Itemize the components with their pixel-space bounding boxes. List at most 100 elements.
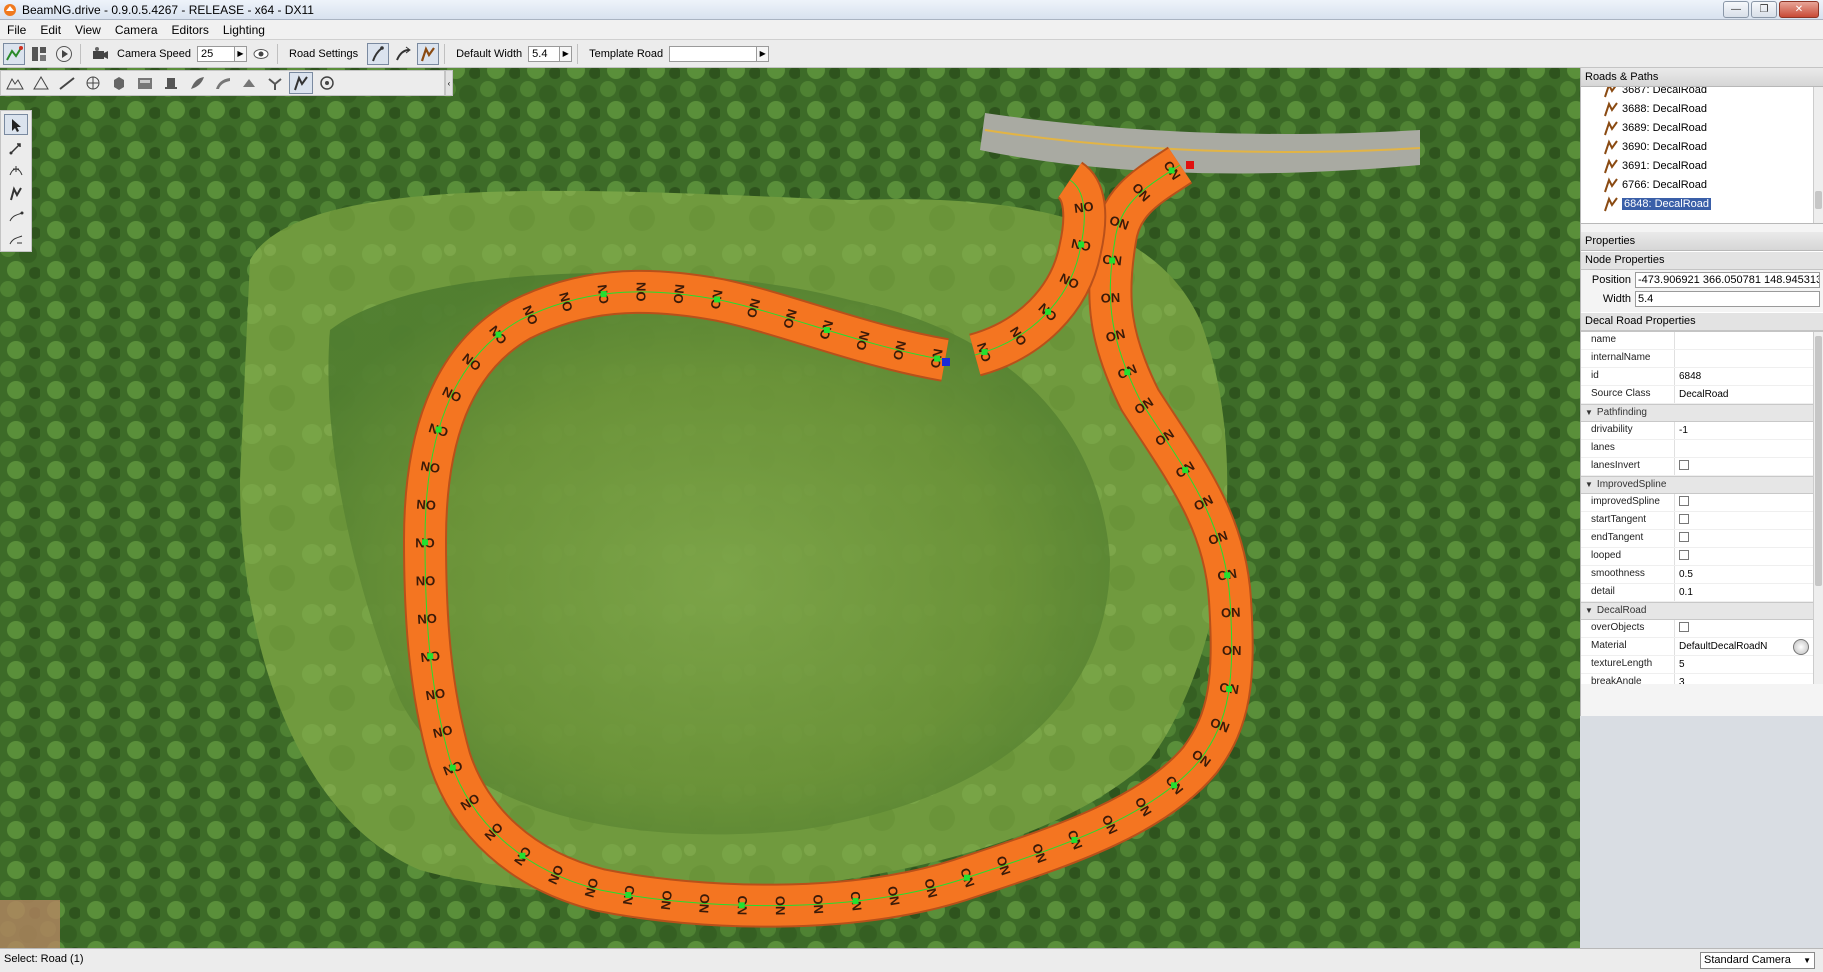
camera-speed-input[interactable]: 25: [197, 45, 235, 62]
width-field[interactable]: 5.4: [1635, 290, 1820, 307]
road-node[interactable]: [1182, 467, 1189, 474]
end-tangent-checkbox[interactable]: [1679, 532, 1689, 542]
insert-node-icon[interactable]: [4, 160, 28, 181]
river-editor-icon[interactable]: [237, 72, 261, 94]
road-end-marker-red[interactable]: [1186, 161, 1194, 169]
visibility-eye-icon[interactable]: [250, 43, 272, 65]
collapse-triangle-icon[interactable]: ▼: [1585, 477, 1593, 492]
road-node[interactable]: [934, 355, 941, 362]
prop-value[interactable]: 5: [1675, 657, 1823, 673]
group-improved-spline[interactable]: ▼ ImprovedSpline: [1581, 476, 1823, 494]
property-grid[interactable]: name internalName id 6848 Source Class Dec…: [1581, 331, 1823, 684]
prop-row-looped[interactable]: looped: [1581, 548, 1823, 566]
roads-tree[interactable]: 3687: DecalRoad 3688: DecalRoad 3689: De…: [1581, 87, 1823, 224]
prop-row-detail[interactable]: detail 0.1: [1581, 584, 1823, 602]
road-node[interactable]: [449, 764, 456, 771]
prop-row-lanes-invert[interactable]: lanesInvert: [1581, 458, 1823, 476]
property-grid-scrollbar[interactable]: [1813, 332, 1823, 684]
prop-row-smoothness[interactable]: smoothness 0.5: [1581, 566, 1823, 584]
decal-editor-icon[interactable]: [159, 72, 183, 94]
3d-viewport[interactable]: NO NO NO NO NO NO NO NO NO NO NO NO NO NO NO NO NO NO NO NO…: [0, 68, 1580, 948]
road-node[interactable]: [1168, 167, 1175, 174]
looped-checkbox[interactable]: [1679, 550, 1689, 560]
material-editor-icon[interactable]: [55, 72, 79, 94]
road-node[interactable]: [1045, 308, 1052, 315]
road-node[interactable]: [823, 326, 830, 333]
decal-road-editor-icon[interactable]: [289, 72, 313, 94]
road-add-node-icon[interactable]: [392, 43, 414, 65]
prop-row-name[interactable]: name: [1581, 332, 1823, 350]
road-node[interactable]: [738, 902, 745, 909]
forest-editor-icon[interactable]: [185, 72, 209, 94]
prop-row-break-angle[interactable]: breakAngle 3: [1581, 674, 1823, 684]
start-tangent-checkbox[interactable]: [1679, 514, 1689, 524]
default-width-spinner[interactable]: ▶: [560, 45, 573, 62]
prop-row-drivability[interactable]: drivability -1: [1581, 422, 1823, 440]
tree-item-road[interactable]: 6766: DecalRoad: [1603, 175, 1707, 194]
camera-icon[interactable]: [89, 43, 111, 65]
road-node[interactable]: [981, 349, 988, 356]
gui-editor-icon[interactable]: [28, 43, 50, 65]
road-node[interactable]: [519, 852, 526, 859]
mesh-road-editor-icon[interactable]: [211, 72, 235, 94]
road-node[interactable]: [435, 426, 442, 433]
group-decal-road[interactable]: ▼ DecalRoad: [1581, 602, 1823, 620]
maximize-button[interactable]: ❐: [1751, 1, 1777, 18]
road-node[interactable]: [714, 296, 721, 303]
road-node[interactable]: [1078, 241, 1085, 248]
prop-value[interactable]: -1: [1675, 423, 1823, 439]
play-game-icon[interactable]: [53, 43, 75, 65]
menu-view[interactable]: View: [68, 23, 108, 37]
road-node[interactable]: [1071, 836, 1078, 843]
tree-item-road[interactable]: 3687: DecalRoad: [1603, 87, 1707, 99]
improved-spline-checkbox[interactable]: [1679, 496, 1689, 506]
prop-row-texture-length[interactable]: textureLength 5: [1581, 656, 1823, 674]
terrain-editor-icon[interactable]: [3, 72, 27, 94]
prop-row-improved-spline[interactable]: improvedSpline: [1581, 494, 1823, 512]
road-node[interactable]: [852, 898, 859, 905]
road-node[interactable]: [1224, 572, 1231, 579]
prop-row-id[interactable]: id 6848: [1581, 368, 1823, 386]
road-node[interactable]: [600, 291, 607, 298]
navmesh-editor-icon[interactable]: [315, 72, 339, 94]
tree-item-road-selected[interactable]: 6848: DecalRoad: [1603, 194, 1712, 213]
object-editor-icon[interactable]: [107, 72, 131, 94]
road-node[interactable]: [495, 331, 502, 338]
material-picker-icon[interactable]: [1793, 638, 1809, 655]
collapse-triangle-icon[interactable]: ▼: [1585, 603, 1593, 618]
position-field[interactable]: -473.906921 366.050781 148.945313: [1635, 271, 1820, 288]
lanes-invert-checkbox[interactable]: [1679, 460, 1689, 470]
road-edit-icon[interactable]: [367, 42, 390, 65]
template-road-spinner[interactable]: ▶: [757, 45, 770, 62]
road-node[interactable]: [1226, 685, 1233, 692]
template-road-input[interactable]: [669, 45, 758, 62]
prop-row-lanes[interactable]: lanes: [1581, 440, 1823, 458]
remove-node-icon[interactable]: [4, 229, 28, 250]
prop-row-material[interactable]: Material DefaultDecalRoadN: [1581, 638, 1823, 656]
menu-lighting[interactable]: Lighting: [216, 23, 272, 37]
particle-editor-icon[interactable]: [263, 72, 287, 94]
road-node[interactable]: [422, 539, 429, 546]
move-node-icon[interactable]: [4, 137, 28, 158]
select-arrow-icon[interactable]: [4, 114, 28, 135]
tree-item-road[interactable]: 3688: DecalRoad: [1603, 99, 1707, 118]
toolbar-collapse-handle[interactable]: ‹: [445, 70, 453, 96]
road-node[interactable]: [427, 653, 434, 660]
prop-row-end-tangent[interactable]: endTangent: [1581, 530, 1823, 548]
tree-item-road[interactable]: 3689: DecalRoad: [1603, 118, 1707, 137]
world-editor-icon[interactable]: [3, 42, 25, 65]
road-node[interactable]: [1109, 257, 1116, 264]
prop-row-source-class[interactable]: Source Class DecalRoad: [1581, 386, 1823, 404]
scrollbar-thumb[interactable]: [1815, 336, 1822, 586]
road-node[interactable]: [963, 874, 970, 881]
default-width-input[interactable]: 5.4: [528, 45, 561, 62]
menu-edit[interactable]: Edit: [33, 23, 68, 37]
menu-editors[interactable]: Editors: [165, 23, 216, 37]
tree-item-road[interactable]: 3690: DecalRoad: [1603, 137, 1707, 156]
scrollbar-thumb[interactable]: [1815, 191, 1822, 209]
camera-speed-spinner[interactable]: ▶: [235, 45, 247, 62]
road-create-icon[interactable]: [417, 42, 440, 65]
close-button[interactable]: ✕: [1779, 1, 1819, 18]
prop-row-over-objects[interactable]: overObjects: [1581, 620, 1823, 638]
minimize-button[interactable]: —: [1723, 1, 1749, 18]
